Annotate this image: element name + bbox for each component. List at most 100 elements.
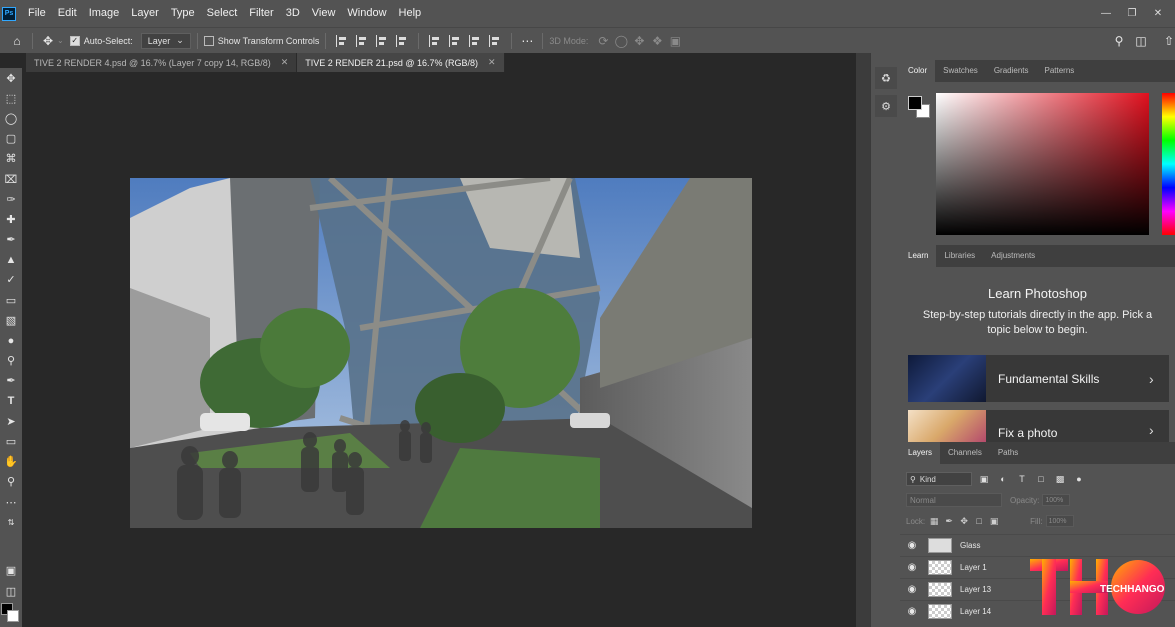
distribute-icon[interactable] [396,34,408,47]
type-filter-icon[interactable]: T [1015,473,1029,485]
blur-tool-icon[interactable]: ● [0,330,22,350]
tab-render-4[interactable]: TIVE 2 RENDER 4.psd @ 16.7% (Layer 7 cop… [26,53,298,72]
show-transform-checkbox[interactable] [203,35,214,46]
align-center-icon[interactable] [356,34,368,47]
dodge-tool-icon[interactable]: ⚲ [0,351,22,371]
more-options-icon[interactable]: ⋯ [518,32,536,50]
align-middle-icon[interactable] [449,34,461,47]
menu-type[interactable]: Type [165,0,201,27]
workspace-icon[interactable]: ◫ [1132,32,1150,50]
lock-transparent-icon[interactable]: ▦ [928,516,940,527]
blend-mode-dropdown[interactable]: Normal [906,493,1002,507]
share-icon[interactable]: ⇧ [1160,32,1175,50]
quick-mask-icon[interactable]: ▣ [0,560,22,580]
auto-select-dropdown[interactable]: Layer ⌄ [140,32,191,49]
tab-render-21[interactable]: TIVE 2 RENDER 21.psd @ 16.7% (RGB/8) ✕ [297,53,505,72]
hue-slider[interactable] [1162,93,1175,235]
tab-channels[interactable]: Channels [940,442,990,464]
eyedropper-tool-icon[interactable]: ✑ [0,189,22,209]
align-left-icon[interactable] [336,34,348,47]
search-icon[interactable]: ⚲ [1110,32,1128,50]
card-fundamental-skills[interactable]: Fundamental Skills › [908,355,1169,402]
tab-patterns[interactable]: Patterns [1037,60,1083,82]
hand-tool-icon[interactable]: ✋ [0,452,22,472]
pen-tool-icon[interactable]: ✒ [0,371,22,391]
tab-libraries[interactable]: Libraries [936,245,983,267]
gradient-tool-icon[interactable]: ▧ [0,310,22,330]
menu-filter[interactable]: Filter [243,0,279,27]
align-bottom-icon[interactable] [469,34,481,47]
tab-adjustments[interactable]: Adjustments [983,245,1043,267]
canvas-area[interactable] [26,72,856,627]
restore-button[interactable]: ❐ [1125,8,1139,19]
tab-swatches[interactable]: Swatches [935,60,986,82]
document-canvas-image[interactable] [130,178,752,528]
align-right-icon[interactable] [376,34,388,47]
foreground-color-chip[interactable] [908,96,922,110]
menu-select[interactable]: Select [201,0,244,27]
3d-slide-icon[interactable]: ❖ [648,32,666,50]
lock-image-icon[interactable]: ✒ [943,516,955,527]
eye-icon[interactable]: ◉ [900,562,924,573]
eye-icon[interactable]: ◉ [900,540,924,551]
swap-colors-icon[interactable]: ⇅ [0,512,22,532]
menu-view[interactable]: View [306,0,342,27]
menu-help[interactable]: Help [393,0,428,27]
close-window-button[interactable]: ✕ [1151,8,1165,19]
tab-paths[interactable]: Paths [990,442,1026,464]
kind-filter-dropdown[interactable]: ⚲ Kind [906,472,972,486]
3d-roll-icon[interactable]: ◯ [612,32,630,50]
fill-field[interactable]: 100% [1045,515,1074,527]
frame-tool-icon[interactable]: ⌧ [0,169,22,189]
healing-brush-tool-icon[interactable]: ✚ [0,209,22,229]
home-icon[interactable]: ⌂ [8,32,26,50]
background-color-swatch[interactable] [7,610,19,622]
filter-toggle-icon[interactable]: ● [1072,473,1086,485]
move-tool-icon[interactable]: ✥ [0,68,22,88]
screen-mode-icon[interactable]: ◫ [0,581,22,601]
eraser-tool-icon[interactable]: ▭ [0,290,22,310]
history-panel-icon[interactable]: ♻ [875,67,897,89]
shape-tool-icon[interactable]: ▭ [0,431,22,451]
layer-row[interactable]: ◉ Glass [900,534,1175,556]
object-select-tool-icon[interactable]: ▢ [0,129,22,149]
lock-position-icon[interactable]: ✥ [958,516,970,527]
image-filter-icon[interactable]: ▣ [977,473,991,485]
tab-color[interactable]: Color [900,60,936,82]
lock-artboard-icon[interactable]: □ [973,516,985,526]
eye-icon[interactable]: ◉ [900,584,924,595]
menu-file[interactable]: File [22,0,52,27]
tab-gradients[interactable]: Gradients [986,60,1037,82]
tab-learn[interactable]: Learn [900,245,937,267]
more-tools-icon[interactable]: ⋯ [0,492,22,512]
marquee-tool-icon[interactable]: ⬚ [0,88,22,108]
color-picker-field[interactable] [936,93,1149,235]
menu-edit[interactable]: Edit [52,0,83,27]
3d-camera-icon[interactable]: ▣ [666,32,684,50]
menu-image[interactable]: Image [83,0,126,27]
crop-tool-icon[interactable]: ⌘ [0,149,22,169]
close-icon[interactable]: ✕ [488,57,496,68]
path-select-tool-icon[interactable]: ➤ [0,411,22,431]
distribute-vertical-icon[interactable] [489,34,501,47]
menu-layer[interactable]: Layer [125,0,165,27]
3d-orbit-icon[interactable]: ⟳ [594,32,612,50]
lock-all-icon[interactable]: ▣ [988,516,1000,527]
zoom-tool-icon[interactable]: ⚲ [0,472,22,492]
lasso-tool-icon[interactable]: ◯ [0,108,22,128]
history-brush-tool-icon[interactable]: ✓ [0,270,22,290]
smart-object-filter-icon[interactable]: ▩ [1053,473,1067,485]
adjustment-filter-icon[interactable]: ◐ [996,473,1010,485]
card-fix-a-photo[interactable]: Fix a photo › [908,410,1169,442]
move-tool-icon[interactable]: ✥ [39,32,57,50]
menu-window[interactable]: Window [341,0,392,27]
close-icon[interactable]: ✕ [281,57,289,68]
tab-layers[interactable]: Layers [900,442,941,464]
align-top-icon[interactable] [429,34,441,47]
3d-pan-icon[interactable]: ✥ [630,32,648,50]
chevron-down-icon[interactable]: ⌄ [57,36,64,45]
type-tool-icon[interactable]: T [0,391,22,411]
menu-3d[interactable]: 3D [280,0,306,27]
brush-tool-icon[interactable]: ✒ [0,230,22,250]
eye-icon[interactable]: ◉ [900,606,924,617]
